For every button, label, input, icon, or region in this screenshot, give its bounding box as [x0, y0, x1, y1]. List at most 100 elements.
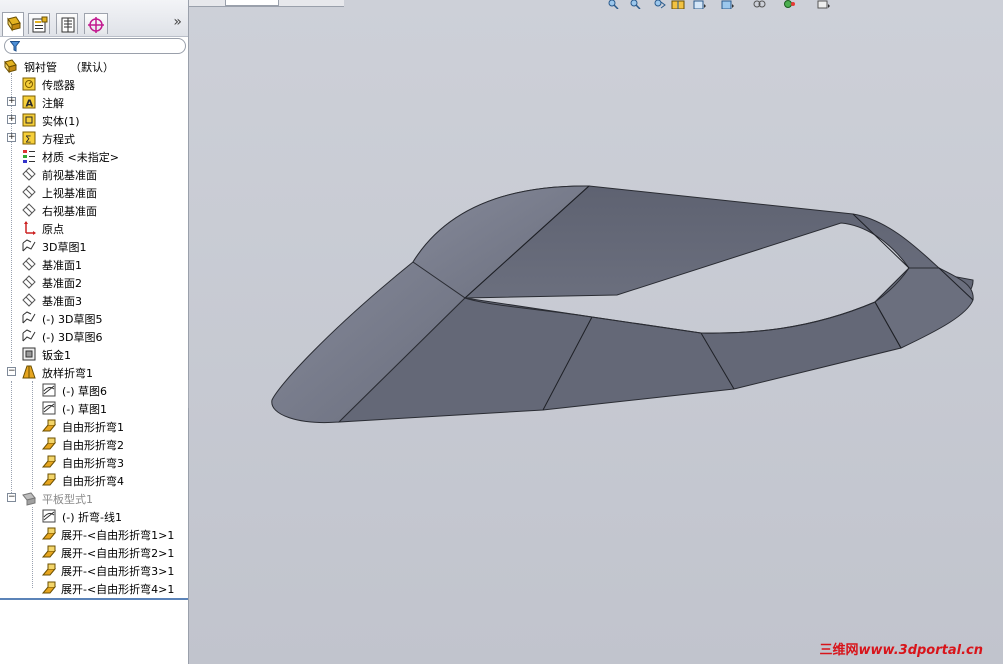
rollback-bar[interactable] [0, 598, 188, 600]
tree-item-sketch-6[interactable]: (-) 草图6 [0, 381, 188, 399]
tree-item-unfold-3[interactable]: 展开-<自由形折弯3>1 [0, 561, 188, 579]
plane-icon [22, 293, 36, 307]
solid-bodies-icon [22, 113, 36, 127]
freeform-bend-icon [41, 455, 57, 468]
tree-item-top-plane[interactable]: 上视基准面 [0, 183, 188, 201]
svg-text:Σ: Σ [25, 135, 31, 146]
tree-item-solid-bodies[interactable]: + 实体(1) [0, 111, 188, 129]
tree-item-annotations[interactable]: + A 注解 [0, 93, 188, 111]
tree-item-label: 上视基准面 [42, 187, 97, 200]
expand-panel-chevron[interactable]: » [173, 14, 182, 30]
tree-item-sheet-metal-1[interactable]: 钣金1 [0, 345, 188, 363]
tree-item-unfold-2[interactable]: 展开-<自由形折弯2>1 [0, 543, 188, 561]
tree-item-label: 原点 [42, 223, 64, 236]
configuration-manager-icon [61, 17, 75, 33]
expand-toggle[interactable]: + [7, 115, 16, 124]
collapse-toggle[interactable]: − [7, 367, 16, 376]
tree-item-label: 自由形折弯2 [62, 439, 124, 452]
property-manager-icon [32, 16, 48, 33]
plane-icon [22, 167, 36, 181]
feature-manager-panel: » 钢衬管 （默认） 传感器 + A 注解 + 实体(1) + Σ 方程式 材质… [0, 0, 189, 664]
tree-item-label: 注解 [42, 97, 64, 110]
tree-item-plane-1[interactable]: 基准面1 [0, 255, 188, 273]
tree-item-3d-sketch-5[interactable]: (-) 3D草图5 [0, 309, 188, 327]
sketch-icon [42, 383, 56, 397]
sheet-metal-part-3d-model[interactable] [189, 0, 1003, 664]
tree-item-label: 基准面2 [42, 277, 82, 290]
tree-item-bend-lines-1[interactable]: (-) 折弯-线1 [0, 507, 188, 525]
freeform-bend-icon [41, 473, 57, 486]
tree-item-freeform-bend-3[interactable]: 自由形折弯3 [0, 453, 188, 471]
tree-item-sketch-1[interactable]: (-) 草图1 [0, 399, 188, 417]
sketch-3d-icon [22, 239, 36, 252]
tree-item-label: 基准面1 [42, 259, 82, 272]
equations-icon: Σ [22, 131, 36, 146]
tree-item-flat-pattern-1[interactable]: − 平板型式1 [0, 489, 188, 507]
tree-item-plane-2[interactable]: 基准面2 [0, 273, 188, 291]
part-configuration: （默认） [70, 61, 114, 74]
tree-item-equations[interactable]: + Σ 方程式 [0, 129, 188, 147]
tree-item-label: 实体(1) [42, 115, 80, 128]
freeform-bend-icon [41, 545, 57, 558]
tree-item-freeform-bend-1[interactable]: 自由形折弯1 [0, 417, 188, 435]
freeform-bend-icon [41, 437, 57, 450]
tree-item-label: 前视基准面 [42, 169, 97, 182]
annotations-icon: A [22, 95, 36, 110]
tree-item-label: 传感器 [42, 79, 75, 92]
sketch-icon [42, 509, 56, 523]
tab-dimxpert-manager[interactable] [84, 13, 108, 34]
freeform-bend-icon [41, 563, 57, 576]
tree-item-label: (-) 草图6 [62, 385, 108, 398]
tree-item-freeform-bend-2[interactable]: 自由形折弯2 [0, 435, 188, 453]
part-name: 钢衬管 [24, 61, 57, 74]
tree-item-unfold-4[interactable]: 展开-<自由形折弯4>1 [0, 579, 188, 597]
tree-item-label: (-) 3D草图5 [42, 313, 103, 326]
expand-toggle[interactable]: + [7, 97, 16, 106]
tree-item-3d-sketch-6[interactable]: (-) 3D草图6 [0, 327, 188, 345]
tree-item-label: 右视基准面 [42, 205, 97, 218]
tab-property-manager[interactable] [28, 13, 50, 34]
freeform-bend-icon [41, 581, 57, 594]
tree-item-right-plane[interactable]: 右视基准面 [0, 201, 188, 219]
plane-icon [22, 203, 36, 217]
tree-item-label: (-) 草图1 [62, 403, 108, 416]
tree-item-origin[interactable]: 原点 [0, 219, 188, 237]
plane-icon [22, 185, 36, 199]
freeform-bend-icon [41, 527, 57, 540]
sensors-icon [22, 77, 36, 91]
tree-item-plane-3[interactable]: 基准面3 [0, 291, 188, 309]
tree-item-material[interactable]: 材质 <未指定> [0, 147, 188, 165]
tree-item-3d-sketch-1[interactable]: 3D草图1 [0, 237, 188, 255]
tree-item-label: 基准面3 [42, 295, 82, 308]
tree-item-label: 展开-<自由形折弯2>1 [61, 547, 175, 560]
tree-item-label: (-) 3D草图6 [42, 331, 103, 344]
sketch-3d-icon [22, 329, 36, 342]
filter-icon [10, 41, 20, 52]
plane-icon [22, 257, 36, 271]
freeform-bend-icon [41, 419, 57, 432]
collapse-toggle[interactable]: − [7, 493, 16, 502]
part-icon [4, 59, 17, 74]
tree-root-part[interactable]: 钢衬管 （默认） [0, 57, 188, 75]
watermark-url: www.3dportal.cn [858, 643, 983, 658]
tree-item-front-plane[interactable]: 前视基准面 [0, 165, 188, 183]
feature-tree-filter[interactable] [4, 38, 186, 54]
tree-item-unfold-1[interactable]: 展开-<自由形折弯1>1 [0, 525, 188, 543]
expand-toggle[interactable]: + [7, 133, 16, 142]
tree-item-label: (-) 折弯-线1 [62, 511, 123, 524]
origin-icon [24, 221, 36, 235]
lofted-bend-icon [22, 365, 36, 379]
tree-item-lofted-bend-1[interactable]: − 放样折弯1 [0, 363, 188, 381]
tree-item-label: 自由形折弯3 [62, 457, 124, 470]
graphics-viewport[interactable]: 三维网www.3dportal.cn [189, 0, 1003, 664]
tab-feature-manager[interactable] [2, 12, 24, 36]
tree-item-label: 展开-<自由形折弯4>1 [61, 583, 175, 596]
tree-item-label: 3D草图1 [42, 241, 87, 254]
tree-item-freeform-bend-4[interactable]: 自由形折弯4 [0, 471, 188, 489]
svg-text:A: A [26, 99, 34, 110]
feature-manager-icon [7, 16, 21, 32]
tree-item-label: 方程式 [42, 133, 75, 146]
tab-configuration-manager[interactable] [56, 13, 78, 34]
tree-item-label: 材质 <未指定> [42, 151, 119, 164]
tree-item-sensors[interactable]: 传感器 [0, 75, 188, 93]
